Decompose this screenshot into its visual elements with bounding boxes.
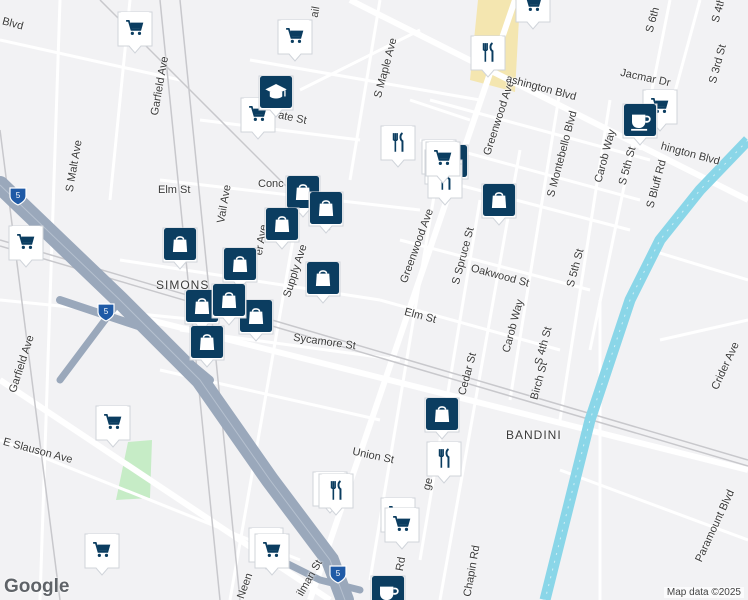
street-label: Conc bbox=[258, 178, 284, 190]
shopping-cart-icon bbox=[277, 19, 313, 62]
poi-marker[interactable] bbox=[162, 226, 198, 270]
shopping-cart-icon bbox=[84, 533, 120, 576]
restaurant-icon bbox=[380, 125, 416, 168]
shield-number: 5 bbox=[104, 307, 109, 316]
restaurant-icon bbox=[318, 473, 354, 516]
poi-marker[interactable] bbox=[189, 324, 225, 368]
poi-marker[interactable] bbox=[481, 182, 517, 226]
poi-marker[interactable] bbox=[117, 10, 153, 54]
poi-marker[interactable] bbox=[258, 74, 294, 118]
poi-marker[interactable] bbox=[424, 396, 460, 440]
poi-marker[interactable] bbox=[84, 532, 120, 576]
poi-marker[interactable] bbox=[370, 574, 406, 600]
shopping-cart-icon bbox=[8, 225, 44, 268]
shopping-bag-icon bbox=[211, 283, 247, 326]
restaurant-icon bbox=[426, 441, 462, 484]
poi-marker[interactable] bbox=[515, 0, 551, 30]
street-label: ail bbox=[308, 5, 323, 19]
shopping-bag-icon bbox=[162, 227, 198, 270]
shopping-bag-icon bbox=[189, 325, 225, 368]
poi-marker[interactable] bbox=[384, 506, 420, 550]
restaurant-icon bbox=[470, 35, 506, 78]
shopping-bag-icon bbox=[308, 191, 344, 234]
street-label: Rd bbox=[393, 556, 409, 572]
poi-marker[interactable] bbox=[470, 34, 506, 78]
poi-marker[interactable] bbox=[95, 404, 131, 448]
poi-marker[interactable] bbox=[264, 206, 300, 250]
poi-marker[interactable] bbox=[8, 224, 44, 268]
map-canvas[interactable]: 5 5 5 Garfield Ave S Malt Ave Vail Ave E… bbox=[0, 0, 748, 600]
cafe-icon bbox=[370, 575, 406, 600]
poi-marker[interactable] bbox=[622, 102, 658, 146]
poi-marker[interactable] bbox=[425, 140, 461, 184]
shield-number: 5 bbox=[336, 569, 341, 578]
poi-marker[interactable] bbox=[254, 532, 290, 576]
shopping-bag-icon bbox=[305, 261, 341, 304]
shopping-bag-icon bbox=[424, 397, 460, 440]
area-label-bandini: BANDINI bbox=[506, 428, 562, 442]
poi-marker[interactable] bbox=[211, 282, 247, 326]
shopping-cart-icon bbox=[117, 11, 153, 54]
poi-marker[interactable] bbox=[305, 260, 341, 304]
poi-marker[interactable] bbox=[308, 190, 344, 234]
shopping-cart-icon bbox=[384, 507, 420, 550]
shopping-bag-icon bbox=[481, 183, 517, 226]
map-data-credit[interactable]: Map data ©2025 bbox=[663, 587, 744, 598]
shopping-cart-icon bbox=[515, 0, 551, 30]
google-logo[interactable]: Google bbox=[4, 576, 69, 598]
poi-marker[interactable] bbox=[318, 472, 354, 516]
shopping-cart-icon bbox=[425, 141, 461, 184]
shield-number: 5 bbox=[16, 191, 21, 200]
shopping-bag-icon bbox=[264, 207, 300, 250]
shopping-cart-icon bbox=[254, 533, 290, 576]
shopping-cart-icon bbox=[95, 405, 131, 448]
street-label: Elm St bbox=[158, 184, 191, 196]
poi-marker[interactable] bbox=[277, 18, 313, 62]
cafe-icon bbox=[622, 103, 658, 146]
poi-marker[interactable] bbox=[426, 440, 462, 484]
poi-marker[interactable] bbox=[380, 124, 416, 168]
school-icon bbox=[258, 75, 294, 118]
